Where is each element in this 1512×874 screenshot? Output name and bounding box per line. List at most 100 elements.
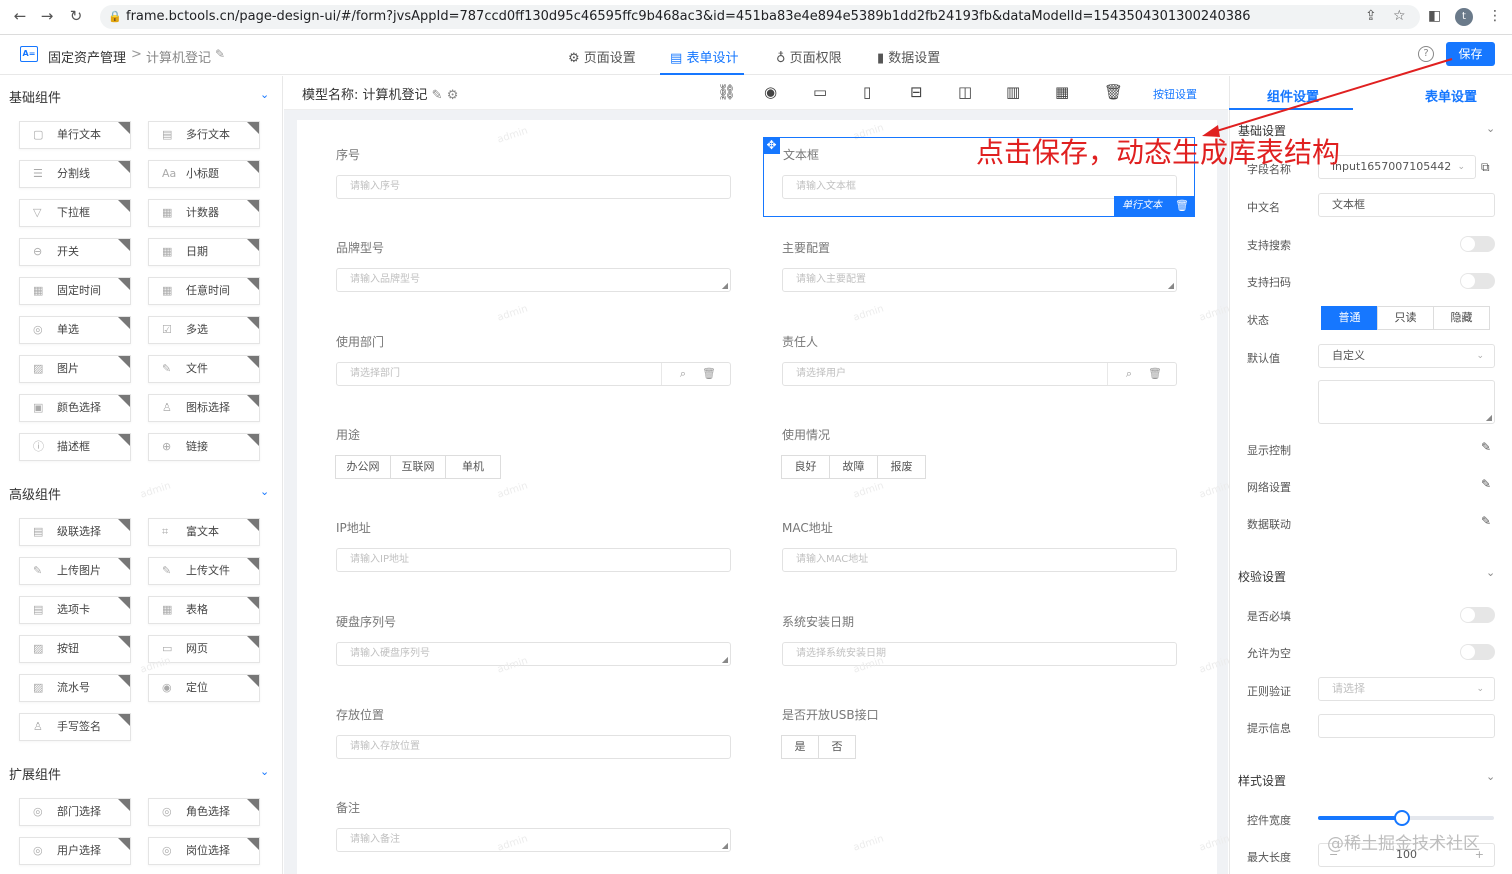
component-item[interactable]: ◎ 部门选择 (19, 798, 131, 826)
component-item[interactable]: ▦ 表格 (148, 596, 260, 624)
edit-icon[interactable]: ✎ (1481, 440, 1491, 454)
component-item[interactable]: ▤ 多行文本 (148, 121, 260, 149)
chevron-down-icon[interactable]: ⌄ (1486, 566, 1495, 579)
section-style-settings[interactable]: 样式设置 (1238, 772, 1286, 789)
radio-option[interactable]: 良好 (781, 455, 830, 479)
reload-icon[interactable]: ↻ (66, 7, 86, 25)
component-item[interactable]: ▤ 选项卡 (19, 596, 131, 624)
avatar[interactable]: t (1455, 8, 1473, 26)
radio-option[interactable]: 故障 (829, 455, 878, 479)
move-handle-icon[interactable]: ✥ (763, 137, 780, 154)
component-item[interactable]: ▨ 按钮 (19, 635, 131, 663)
forward-icon[interactable]: → (37, 7, 57, 25)
chevron-down-icon[interactable]: ⌄ (260, 765, 269, 778)
radio-option[interactable]: 单机 (445, 455, 501, 479)
field-input[interactable]: 请输入主要配置 ◢ (782, 268, 1177, 292)
component-item[interactable]: ◎ 用户选择 (19, 837, 131, 865)
field-input[interactable]: 请输入序号 (336, 175, 731, 199)
default-value-textarea[interactable]: ◢ (1318, 380, 1495, 424)
form-canvas[interactable] (297, 120, 1217, 874)
chevron-down-icon[interactable]: ⌄ (260, 88, 269, 101)
field-input[interactable]: 请选择系统安装日期 (782, 642, 1177, 666)
field-input[interactable]: 请输入MAC地址 (782, 548, 1177, 572)
support-scan-toggle[interactable] (1460, 273, 1495, 289)
trash-icon[interactable]: 🗑 (1104, 83, 1123, 101)
edit-name-icon[interactable]: ✎ (215, 47, 225, 61)
chevron-down-icon[interactable]: ⌄ (260, 485, 269, 498)
component-item[interactable]: ⊕ 链接 (148, 433, 260, 461)
tab-page-settings[interactable]: ⚙ 页面设置 (568, 47, 636, 66)
one-column-icon[interactable]: ⊟ (910, 83, 923, 101)
clear-icon[interactable]: 🗑 (702, 363, 716, 385)
width-slider[interactable] (1318, 810, 1494, 826)
component-item[interactable]: ✎ 文件 (148, 355, 260, 383)
component-item[interactable]: ▦ 计数器 (148, 199, 260, 227)
component-item[interactable]: ▢ 单行文本 (19, 121, 131, 149)
delete-field-icon[interactable]: 🗑 (1175, 196, 1189, 216)
pc-view-icon[interactable]: ▭ (813, 83, 827, 101)
preview-eye-icon[interactable]: ◉ (764, 83, 777, 101)
link-icon[interactable]: ⛓ (717, 83, 736, 101)
tab-page-permission[interactable]: ♁ 页面权限 (776, 47, 842, 66)
component-item[interactable]: ✎ 上传图片 (19, 557, 131, 585)
field-input[interactable]: 请输入硬盘序列号 ◢ (336, 642, 731, 666)
section-validation-settings[interactable]: 校验设置 (1238, 568, 1286, 585)
component-item[interactable]: ▨ 图片 (19, 355, 131, 383)
support-search-toggle[interactable] (1460, 236, 1495, 252)
radio-option[interactable]: 互联网 (390, 455, 446, 479)
group-title[interactable]: 基础组件 (9, 87, 61, 106)
allow-empty-toggle[interactable] (1460, 644, 1495, 660)
component-item[interactable]: ▦ 日期 (148, 238, 260, 266)
mobile-view-icon[interactable]: ▯ (863, 83, 871, 101)
component-item[interactable]: ◎ 单选 (19, 316, 131, 344)
component-item[interactable]: ⌗ 富文本 (148, 518, 260, 546)
clear-icon[interactable]: 🗑 (1148, 363, 1162, 385)
sidepanel-icon[interactable]: ◧ (1428, 8, 1441, 24)
share-icon[interactable]: ⇪ (1365, 8, 1377, 24)
tab-data-settings[interactable]: ▮ 数据设置 (877, 47, 940, 66)
required-toggle[interactable] (1460, 607, 1495, 623)
component-item[interactable]: ◎ 角色选择 (148, 798, 260, 826)
search-icon[interactable]: ⌕ (1126, 363, 1132, 385)
field-name-select[interactable]: input1657007105442 ⌄ (1318, 155, 1476, 179)
search-icon[interactable]: ⌕ (680, 363, 686, 385)
status-hidden[interactable]: 隐藏 (1433, 306, 1490, 330)
breadcrumb-app[interactable]: 固定资产管理 (48, 47, 126, 66)
edit-icon[interactable]: ✎ (1481, 477, 1491, 491)
field-input[interactable]: 请输入品牌型号 ◢ (336, 268, 731, 292)
two-column-icon[interactable]: ◫ (958, 83, 972, 101)
field-input[interactable]: 请选择用户 ⌕ 🗑 (782, 362, 1177, 386)
component-item[interactable]: ▽ 下拉框 (19, 199, 131, 227)
component-item[interactable]: ✎ 上传文件 (148, 557, 260, 585)
chevron-down-icon[interactable]: ⌄ (1486, 770, 1495, 783)
radio-option[interactable]: 报废 (877, 455, 926, 479)
star-icon[interactable]: ☆ (1393, 8, 1406, 24)
tab-form-design[interactable]: ▤ 表单设计 (670, 47, 738, 66)
settings-icon[interactable]: ⚙ (447, 88, 459, 103)
status-normal[interactable]: 普通 (1321, 306, 1378, 330)
component-item[interactable]: ▦ 任意时间 (148, 277, 260, 305)
default-value-select[interactable]: 自定义 ⌄ (1318, 344, 1495, 368)
more-icon[interactable]: ⋮ (1488, 8, 1502, 24)
tip-input[interactable] (1318, 714, 1495, 738)
radio-option[interactable]: 办公网 (335, 455, 391, 479)
component-item[interactable]: ⓘ 描述框 (19, 433, 131, 461)
component-item[interactable]: ☑ 多选 (148, 316, 260, 344)
radio-option[interactable]: 否 (818, 735, 856, 759)
component-item[interactable]: ♙ 图标选择 (148, 394, 260, 422)
component-item[interactable]: Aa 小标题 (148, 160, 260, 188)
group-title[interactable]: 高级组件 (9, 484, 61, 503)
radio-option[interactable]: 是 (781, 735, 819, 759)
field-input[interactable]: 请选择部门 ⌕ 🗑 (336, 362, 731, 386)
component-item[interactable]: ▦ 固定时间 (19, 277, 131, 305)
field-input[interactable]: 请输入存放位置 (336, 735, 731, 759)
component-item[interactable]: ▨ 流水号 (19, 674, 131, 702)
field-input[interactable]: 请输入IP地址 (336, 548, 731, 572)
component-item[interactable]: ▤ 级联选择 (19, 518, 131, 546)
chevron-down-icon[interactable]: ⌄ (1486, 122, 1495, 135)
component-item[interactable]: ◉ 定位 (148, 674, 260, 702)
regex-select[interactable]: 请选择 ⌄ (1318, 677, 1495, 701)
component-item[interactable]: ▣ 颜色选择 (19, 394, 131, 422)
four-column-icon[interactable]: ▦ (1055, 83, 1069, 101)
status-readonly[interactable]: 只读 (1377, 306, 1434, 330)
